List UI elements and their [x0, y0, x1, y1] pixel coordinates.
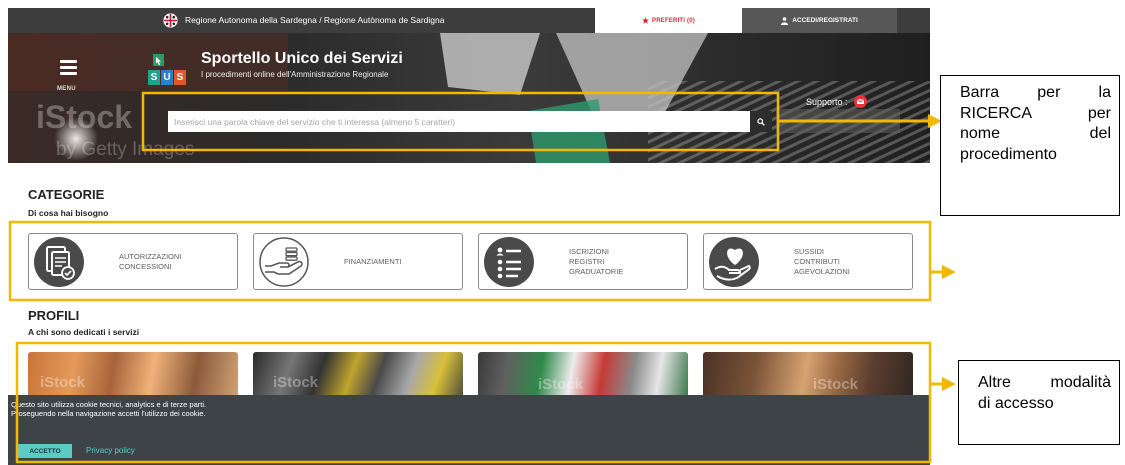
- annotation-note-line: RICERCA per: [960, 104, 1111, 122]
- category-card-authorizations[interactable]: AUTORIZZAZIONI CONCESSIONI: [28, 233, 238, 290]
- cookie-text-line: Proseguendo nella navigazione accetti l'…: [11, 409, 206, 418]
- watermark-brand: iStock: [273, 374, 319, 391]
- logo-letter-u: U: [161, 70, 173, 85]
- category-label: AUTORIZZAZIONI CONCESSIONI: [119, 234, 181, 289]
- login-register-tab[interactable]: ACCEDI/REGISTRATI: [742, 8, 897, 33]
- categories-heading: CATEGORIE: [28, 187, 105, 202]
- search-icon: [757, 117, 765, 126]
- annotation-note-access: Altre modalità di accesso: [958, 360, 1120, 445]
- watermark-brand: iStock: [813, 376, 859, 393]
- profiles-subheading: A chi sono dedicati i servizi: [28, 327, 140, 337]
- annotation-arrow-categories-head: [942, 265, 956, 279]
- category-label-line: ISCRIZIONI: [569, 246, 610, 256]
- page-title: Sportello Unico dei Servizi: [201, 50, 403, 67]
- category-label-line: FINANZIAMENTI: [344, 256, 402, 266]
- star-icon: [642, 17, 650, 24]
- watermark-brand: iStock: [40, 374, 86, 391]
- category-label: SUSSIDI CONTRIBUTI AGEVOLAZIONI: [794, 234, 850, 289]
- profiles-heading: PROFILI: [28, 308, 80, 323]
- hand-heart-icon: [708, 236, 760, 288]
- categories-subheading: Di cosa hai bisogno: [28, 208, 109, 218]
- login-register-label: ACCEDI/REGISTRATI: [792, 17, 858, 24]
- category-card-funding[interactable]: FINANZIAMENTI: [253, 233, 463, 290]
- support-label: Supporto :: [806, 96, 848, 107]
- watermark-credit: by Getty Images: [56, 139, 195, 160]
- menu-button[interactable]: MENU: [54, 57, 84, 95]
- category-label-line: SUSSIDI: [794, 246, 825, 256]
- region-name-link[interactable]: Regione Autonoma della Sardegna / Region…: [185, 15, 444, 26]
- category-label-line: CONCESSIONI: [119, 261, 172, 271]
- category-label-line: AUTORIZZAZIONI: [119, 251, 182, 261]
- category-label-line: REGISTRI: [569, 256, 605, 266]
- cursor-icon: [153, 54, 164, 66]
- favorites-label: PREFERITI (0): [652, 17, 695, 24]
- sardinia-flag-icon: [163, 13, 178, 28]
- cookie-text-line: Questo sito utilizza cookie tecnici, ana…: [11, 400, 207, 409]
- annotation-note-line: Altre modalità: [978, 374, 1111, 391]
- hamburger-icon: [60, 60, 77, 75]
- annotation-arrow-profiles-head: [942, 377, 956, 391]
- page-subtitle: I procedimenti online dell'Amministrazio…: [201, 70, 389, 79]
- favorites-tab[interactable]: PREFERITI (0): [595, 8, 742, 33]
- logo-letter-s: S: [174, 70, 186, 85]
- category-label: ISCRIZIONI REGISTRI GRADUATORIE: [569, 234, 623, 289]
- logo-letter-s: S: [148, 70, 160, 85]
- region-top-bar: Regione Autonoma della Sardegna / Region…: [8, 8, 930, 33]
- category-label-line: AGEVOLAZIONI: [794, 266, 850, 276]
- list-icon: [483, 236, 535, 288]
- watermark-brand: iStock: [36, 99, 133, 135]
- search-secondary-button[interactable]: [776, 109, 900, 133]
- sus-logo[interactable]: S U S: [148, 53, 196, 86]
- menu-label: MENU: [57, 86, 76, 92]
- documents-check-icon: [33, 236, 85, 288]
- annotation-note-line: procedimento: [960, 145, 1057, 163]
- annotation-note-line: Barra per la: [960, 84, 1111, 101]
- hand-coins-icon: [258, 236, 310, 288]
- annotation-note-line: di accesso: [978, 395, 1054, 412]
- email-icon: [853, 95, 867, 108]
- accept-cookies-button[interactable]: ACCETTO: [18, 444, 72, 458]
- watermark-brand: iStock: [538, 376, 584, 393]
- hero-banner: iStock by Getty Images MENU S U S Sporte…: [8, 33, 930, 163]
- support-link[interactable]: Supporto :: [806, 94, 867, 109]
- category-label-line: GRADUATORIE: [569, 266, 624, 276]
- category-label: FINANZIAMENTI: [344, 234, 402, 289]
- cookie-banner: Questo sito utilizza cookie tecnici, ana…: [8, 395, 930, 465]
- privacy-policy-link[interactable]: Privacy policy: [86, 446, 135, 455]
- category-card-registrations[interactable]: ISCRIZIONI REGISTRI GRADUATORIE: [478, 233, 688, 290]
- user-icon: [781, 16, 789, 25]
- search-input[interactable]: [168, 111, 750, 132]
- category-label-line: CONTRIBUTI: [794, 256, 840, 266]
- annotation-note-search: Barra per la RICERCA per nome del proced…: [940, 75, 1120, 216]
- category-card-subsidies[interactable]: SUSSIDI CONTRIBUTI AGEVOLAZIONI: [703, 233, 913, 290]
- annotation-note-line: nome del: [960, 125, 1111, 142]
- search-button[interactable]: [750, 111, 772, 132]
